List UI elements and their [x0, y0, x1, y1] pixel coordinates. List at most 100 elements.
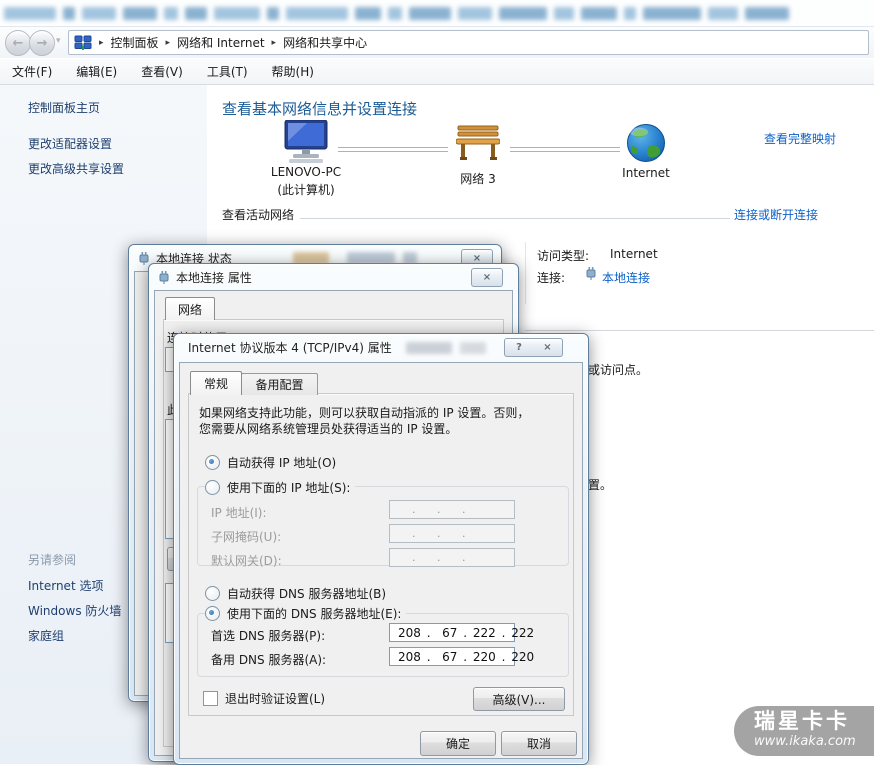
network-bench-icon[interactable] — [456, 124, 500, 162]
ok-button[interactable]: 确定 — [420, 731, 496, 756]
radio-icon — [205, 480, 220, 495]
network-places-icon — [74, 35, 92, 50]
menu-tools[interactable]: 工具(T) — [207, 63, 248, 80]
close-icon: × — [543, 342, 552, 353]
radio-label: 自动获得 IP 地址(O) — [227, 456, 337, 470]
connection-icon — [159, 270, 169, 284]
close-icon: × — [482, 272, 492, 283]
field-value: . . . — [412, 503, 466, 516]
radio-icon — [205, 586, 220, 601]
sidebar-item-homegroup[interactable]: 家庭组 — [28, 627, 64, 644]
watermark-brand: 瑞星卡卡 — [754, 709, 850, 733]
sidebar-item-control-panel-home[interactable]: 控制面板主页 — [28, 99, 100, 116]
breadcrumb-arrow-icon: ▸ — [165, 37, 171, 48]
tab-label: 网络 — [177, 302, 202, 317]
connect-disconnect-link[interactable]: 连接或断开连接 — [734, 206, 818, 223]
default-gateway-label: 默认网关(D): — [211, 554, 282, 568]
computer-icon[interactable] — [279, 120, 333, 164]
field-value: . . . — [412, 551, 466, 564]
active-networks-header: 查看活动网络 — [222, 208, 295, 222]
close-button[interactable]: × — [533, 338, 563, 357]
tab-general[interactable]: 常规 — [190, 371, 242, 395]
map-connector-line — [338, 147, 448, 152]
see-full-map-link[interactable]: 查看完整映射 — [764, 130, 836, 147]
ip-address-label: IP 地址(I): — [211, 506, 267, 520]
forward-button[interactable]: → — [29, 30, 55, 56]
breadcrumb-arrow-icon: ▸ — [99, 37, 104, 48]
field-value: 208 . 67 . 220 . 220 — [398, 649, 535, 664]
map-connector-line — [510, 147, 620, 152]
menu-file[interactable]: 文件(F) — [12, 63, 52, 80]
radio-label: 使用下面的 IP 地址(S): — [227, 481, 351, 495]
intro-line-1: 如果网络支持此功能，则可以获取自动指派的 IP 设置。否则， — [199, 406, 530, 420]
see-also-header: 另请参阅 — [28, 553, 77, 567]
preferred-dns-field[interactable]: 208 . 67 . 222 . 222 — [389, 623, 534, 642]
advanced-button[interactable]: 高级(V)... — [473, 687, 565, 711]
tcpipv4-properties-dialog: Internet 协议版本 4 (TCP/IPv4) 属性 ? × 常规 备用配… — [173, 333, 589, 765]
radio-label: 使用下面的 DNS 服务器地址(E): — [227, 607, 402, 621]
back-button[interactable]: ← — [5, 30, 31, 56]
breadcrumb-item-control-panel[interactable]: 控制面板 — [111, 34, 159, 51]
close-button[interactable]: × — [471, 268, 503, 287]
back-icon: ← — [12, 35, 24, 51]
details-divider — [525, 242, 526, 304]
help-button[interactable]: ? — [504, 338, 534, 357]
sidebar-item-change-adapter-settings[interactable]: 更改适配器设置 — [28, 135, 112, 152]
breadcrumb-arrow-icon: ▸ — [271, 37, 277, 48]
forward-icon: → — [36, 35, 48, 51]
button-label: 取消 — [526, 737, 551, 751]
local-connection-link[interactable]: 本地连接 — [602, 269, 650, 286]
menu-view[interactable]: 查看(V) — [141, 63, 183, 80]
radio-use-following-dns[interactable]: 使用下面的 DNS 服务器地址(E): — [205, 605, 407, 622]
tab-network[interactable]: 网络 — [165, 297, 215, 320]
radio-selected-icon — [205, 455, 220, 470]
breadcrumb-item-network-sharing-center[interactable]: 网络和共享中心 — [283, 34, 367, 51]
map-node-computer-label: LENOVO-PC — [270, 165, 342, 179]
redacted-banner — [0, 0, 874, 26]
watermark: 瑞星卡卡 www.ikaka.com — [734, 706, 874, 756]
field-value: . . . — [412, 527, 466, 540]
menu-bar: 文件(F) 编辑(E) 查看(V) 工具(T) 帮助(H) — [0, 59, 874, 85]
watermark-site: www.ikaka.com — [754, 734, 856, 749]
dialog-body: 常规 备用配置 如果网络支持此功能，则可以获取自动指派的 IP 设置。否则， 您… — [179, 362, 583, 759]
section-divider — [525, 330, 874, 331]
section-divider — [300, 218, 730, 219]
validate-settings-checkbox[interactable]: 退出时验证设置(L) — [203, 690, 325, 707]
default-gateway-field: . . . — [389, 548, 515, 567]
map-node-computer-sublabel: (此计算机) — [277, 183, 335, 197]
tab-alternate-config[interactable]: 备用配置 — [241, 373, 318, 395]
sidebar-item-windows-firewall[interactable]: Windows 防火墙 — [28, 602, 121, 619]
radio-selected-icon — [205, 606, 220, 621]
connection-icon — [586, 267, 596, 280]
redacted-title-blur — [460, 342, 486, 354]
redacted-title-blur — [406, 342, 452, 354]
menu-help[interactable]: 帮助(H) — [272, 63, 314, 80]
radio-obtain-ip-auto[interactable]: 自动获得 IP 地址(O) — [205, 454, 336, 471]
menu-edit[interactable]: 编辑(E) — [76, 63, 117, 80]
occluded-text-fragment: 或访问点。 — [588, 363, 649, 377]
dialog-title: 本地连接 属性 — [176, 270, 252, 285]
tab-page: 如果网络支持此功能，则可以获取自动指派的 IP 设置。否则， 您需要从网络系统管… — [188, 393, 574, 716]
field-value: 208 . 67 . 222 . 222 — [398, 625, 535, 640]
redacted-text-blur — [4, 7, 789, 21]
radio-obtain-dns-auto[interactable]: 自动获得 DNS 服务器地址(B) — [205, 585, 386, 602]
alternate-dns-field[interactable]: 208 . 67 . 220 . 220 — [389, 647, 534, 666]
sidebar-item-change-advanced-sharing[interactable]: 更改高级共享设置 — [28, 160, 124, 177]
breadcrumb-item-network-internet[interactable]: 网络和 Internet — [177, 34, 264, 51]
access-type-value: Internet — [610, 247, 658, 261]
intro-line-2: 您需要从网络系统管理员处获得适当的 IP 设置。 — [199, 422, 458, 436]
radio-use-following-ip[interactable]: 使用下面的 IP 地址(S): — [205, 479, 356, 496]
sidebar-item-internet-options[interactable]: Internet 选项 — [28, 577, 103, 594]
breadcrumb[interactable]: ▸ 控制面板 ▸ 网络和 Internet ▸ 网络和共享中心 — [68, 30, 869, 55]
dialog-titlebar[interactable]: 本地连接 属性 — [149, 264, 518, 290]
address-bar-row: ← → ▾ ▸ 控制面板 ▸ 网络和 Internet ▸ 网络和共享中心 — [0, 26, 874, 58]
tab-label: 备用配置 — [255, 378, 304, 392]
internet-globe-icon[interactable] — [626, 122, 666, 164]
help-icon: ? — [516, 342, 522, 353]
subnet-mask-label: 子网掩码(U): — [211, 530, 282, 544]
connection-label: 连接: — [537, 271, 566, 285]
ip-address-field: . . . — [389, 500, 515, 519]
cancel-button[interactable]: 取消 — [501, 731, 577, 756]
radio-label: 自动获得 DNS 服务器地址(B) — [227, 587, 387, 601]
recent-pages-dropdown[interactable]: ▾ — [56, 36, 61, 46]
